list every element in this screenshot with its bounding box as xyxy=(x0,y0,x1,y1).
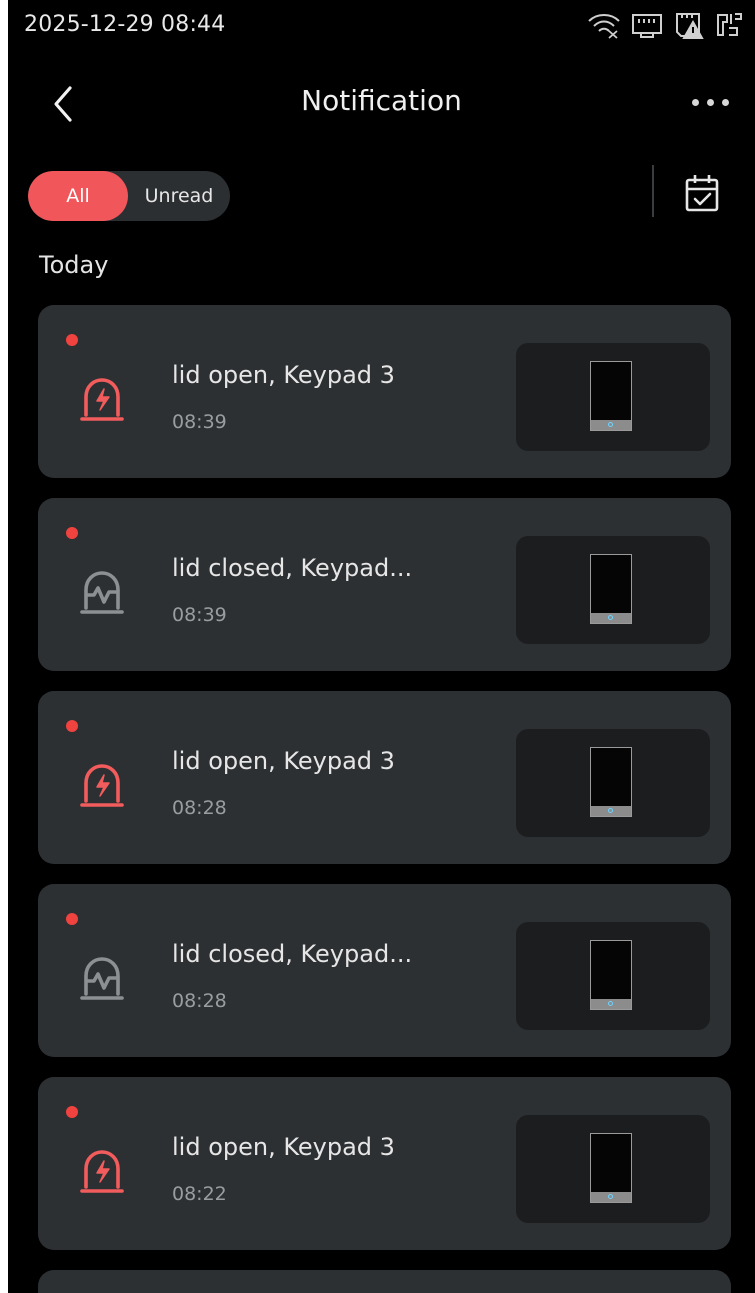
tamper-restore-icon xyxy=(80,568,124,616)
tamper-alarm-icon xyxy=(80,1147,124,1195)
notification-card[interactable]: lid closed, Keypad... 08:28 xyxy=(38,884,731,1057)
status-bar: 2025-12-29 08:44 xyxy=(8,0,755,52)
notification-title: lid open, Keypad 3 xyxy=(172,1133,395,1161)
keypad-bottom-bar xyxy=(591,806,631,816)
keypad-led xyxy=(608,808,613,813)
more-dot xyxy=(691,98,699,106)
device-thumbnail xyxy=(516,343,710,451)
ethernet-icon xyxy=(631,11,663,39)
unread-dot xyxy=(66,527,78,539)
vertical-divider xyxy=(652,165,654,217)
unread-dot xyxy=(66,1106,78,1118)
calendar-check-icon xyxy=(685,175,719,212)
tamper-restore-icon xyxy=(80,954,124,1002)
keypad-bottom-bar xyxy=(591,1192,631,1202)
notification-title: lid closed, Keypad... xyxy=(172,940,413,968)
notification-card[interactable]: lid closed, Keypad... 08:39 xyxy=(38,498,731,671)
app-header: Notification xyxy=(8,62,755,142)
ip-icon xyxy=(715,10,745,40)
notification-title: lid open, Keypad 3 xyxy=(172,747,395,775)
screen-edge xyxy=(0,0,8,1293)
notification-card[interactable]: lid open, Keypad 3 08:39 xyxy=(38,305,731,478)
more-dot xyxy=(721,98,729,106)
more-options-button[interactable] xyxy=(683,90,737,114)
device-thumbnail xyxy=(516,729,710,837)
keypad-device-image xyxy=(590,940,632,1010)
unread-dot xyxy=(66,913,78,925)
notification-card-partial[interactable] xyxy=(38,1270,731,1293)
keypad-device-image xyxy=(590,554,632,624)
keypad-bottom-bar xyxy=(591,420,631,430)
read-filter-toggle: All Unread xyxy=(28,171,230,221)
device-thumbnail xyxy=(516,922,710,1030)
notification-time: 08:39 xyxy=(172,411,227,433)
notification-card[interactable]: lid open, Keypad 3 08:22 xyxy=(38,1077,731,1250)
page-title: Notification xyxy=(301,84,462,117)
keypad-led xyxy=(608,422,613,427)
keypad-device-image xyxy=(590,361,632,431)
date-filter-button[interactable] xyxy=(684,173,720,213)
more-dot xyxy=(706,98,714,106)
tamper-alarm-icon xyxy=(80,761,124,809)
notification-title: lid closed, Keypad... xyxy=(172,554,413,582)
notification-time: 08:22 xyxy=(172,1183,227,1205)
notification-time: 08:28 xyxy=(172,990,227,1012)
notification-list: lid open, Keypad 3 08:39 lid closed, Key… xyxy=(38,305,731,1293)
notification-card[interactable]: lid open, Keypad 3 08:28 xyxy=(38,691,731,864)
keypad-device-image xyxy=(590,747,632,817)
device-thumbnail xyxy=(516,536,710,644)
device-thumbnail xyxy=(516,1115,710,1223)
keypad-bottom-bar xyxy=(591,999,631,1009)
keypad-led xyxy=(608,1001,613,1006)
tamper-alarm-icon xyxy=(80,375,124,423)
unread-dot xyxy=(66,720,78,732)
tab-all[interactable]: All xyxy=(28,171,128,221)
notification-title: lid open, Keypad 3 xyxy=(172,361,395,389)
filter-row: All Unread xyxy=(8,165,755,231)
notification-time: 08:28 xyxy=(172,797,227,819)
sd-card-warning-icon xyxy=(673,10,705,40)
section-title-today: Today xyxy=(39,251,109,279)
wifi-off-icon xyxy=(587,11,621,39)
notification-screen: 2025-12-29 08:44 Notification All Unread… xyxy=(8,0,755,1293)
status-icons xyxy=(587,10,745,40)
keypad-led xyxy=(608,615,613,620)
keypad-bottom-bar xyxy=(591,613,631,623)
tab-unread[interactable]: Unread xyxy=(128,171,230,221)
unread-dot xyxy=(66,334,78,346)
status-datetime: 2025-12-29 08:44 xyxy=(24,12,226,37)
notification-time: 08:39 xyxy=(172,604,227,626)
keypad-device-image xyxy=(590,1133,632,1203)
keypad-led xyxy=(608,1194,613,1199)
